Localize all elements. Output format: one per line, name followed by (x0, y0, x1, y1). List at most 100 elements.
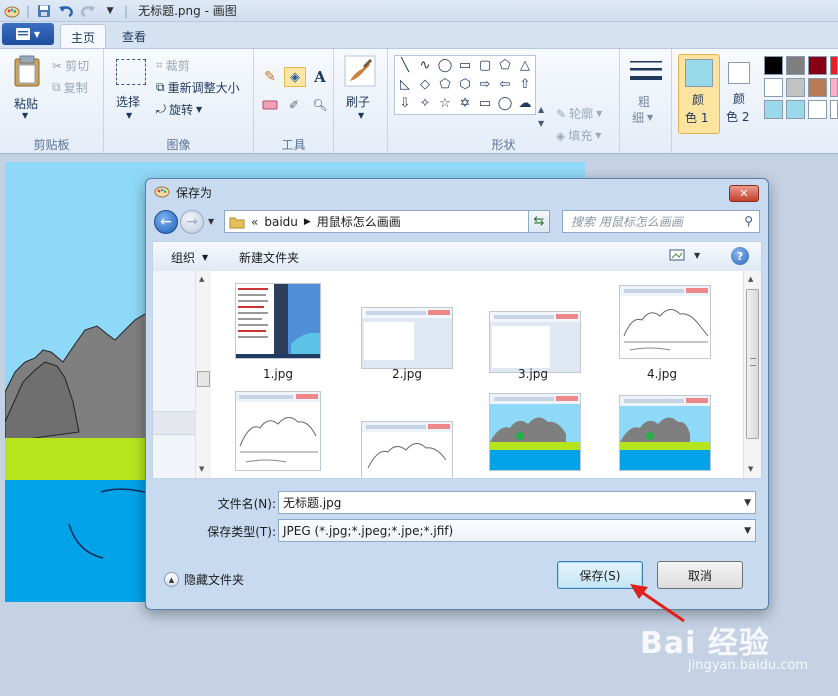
pentagon-shape-icon[interactable]: ⬠ (435, 75, 455, 94)
palette-swatch[interactable] (830, 78, 838, 97)
callout-oval-shape-icon[interactable]: ◯ (495, 94, 515, 113)
file-name-3[interactable]: 3.jpg (487, 367, 579, 381)
shapes-scroll-icon[interactable]: ▲ (538, 105, 544, 114)
left-arrow-shape-icon[interactable]: ⇦ (495, 75, 515, 94)
paste-dropdown-icon[interactable]: ▼ (22, 111, 28, 120)
forward-button[interactable]: → (180, 210, 204, 234)
undo-icon[interactable] (58, 3, 74, 19)
scroll-down-icon[interactable]: ▼ (199, 465, 204, 473)
palette-swatch[interactable] (830, 56, 838, 75)
paste-button[interactable]: 粘贴 (14, 95, 38, 112)
right-triangle-shape-icon[interactable]: ◺ (395, 75, 415, 94)
file-list-scrollbar[interactable]: ▲ ▼ (743, 271, 761, 478)
magnifier-icon[interactable]: 🔍︎ (310, 95, 330, 115)
thumbnail-7[interactable] (489, 393, 581, 471)
fill-bucket-icon[interactable]: ◈ (284, 67, 306, 87)
thumbnail-4[interactable] (619, 285, 711, 359)
palette-swatch[interactable] (786, 56, 805, 75)
callout-rect-shape-icon[interactable]: ▭ (475, 94, 495, 113)
navigation-pane-item[interactable] (153, 411, 195, 435)
fill-button[interactable]: ◈ 填充 ▼ (556, 127, 601, 144)
size-group[interactable]: 粗 细 ▼ (620, 49, 672, 155)
palette-swatch[interactable] (808, 78, 827, 97)
recent-locations-icon[interactable]: ▼ (208, 217, 214, 226)
scroll-up-icon[interactable]: ▲ (199, 275, 204, 283)
copy-button[interactable]: ⧉ 复制 (52, 79, 88, 96)
color1-button[interactable]: 颜 色 1 (678, 54, 720, 134)
scroll-up-icon[interactable]: ▲ (748, 275, 753, 283)
down-arrow-shape-icon[interactable]: ⇩ (395, 94, 415, 113)
breadcrumb-current[interactable]: 用鼠标怎么画画 (317, 213, 401, 230)
palette-swatch[interactable] (808, 56, 827, 75)
chevron-down-icon[interactable]: ▼ (744, 526, 751, 536)
shapes-gallery[interactable]: ╲ ∿ ◯ ▭ ▢ ⬠ △ ◺ ◇ ⬠ ⬡ ⇨ ⇦ ⇧ ⇩ ✧ ☆ ✡ ▭ ◯ ☁ (394, 55, 536, 115)
rotate-button[interactable]: ⤾ 旋转 ▼ (156, 101, 202, 118)
thumbnail-5[interactable] (235, 391, 321, 471)
new-folder-button[interactable]: 新建文件夹 (239, 249, 299, 266)
thumbnail-3[interactable] (489, 311, 581, 373)
six-star-shape-icon[interactable]: ✡ (455, 94, 475, 113)
scroll-down-icon[interactable]: ▼ (748, 465, 753, 473)
navigation-pane-scrollbar[interactable]: ▲ ▼ (195, 271, 211, 478)
change-view-button[interactable]: ▼ (669, 248, 700, 262)
palette-swatch[interactable] (808, 100, 827, 119)
thumbnail-1[interactable] (235, 283, 321, 359)
search-input[interactable]: 搜索 用鼠标怎么画画 ⚲ (562, 210, 760, 233)
hexagon-shape-icon[interactable]: ⬡ (455, 75, 475, 94)
polygon-shape-icon[interactable]: ⬠ (495, 56, 515, 75)
callout-cloud-shape-icon[interactable]: ☁ (515, 94, 535, 113)
scroll-thumb[interactable] (746, 289, 759, 439)
color-picker-icon[interactable]: ✐ (284, 95, 304, 115)
five-star-shape-icon[interactable]: ☆ (435, 94, 455, 113)
organize-button[interactable]: 组织 ▼ (171, 249, 208, 266)
palette-swatch[interactable] (786, 100, 805, 119)
chevron-down-icon[interactable]: ▼ (744, 498, 751, 508)
thumbnail-8[interactable] (619, 395, 711, 471)
refresh-button[interactable]: ⇆ (528, 210, 550, 233)
thumbnail-6[interactable] (361, 421, 453, 478)
thumbnail-2[interactable] (361, 307, 453, 369)
resize-button[interactable]: ⧉ 重新调整大小 (156, 79, 240, 96)
scroll-thumb[interactable] (197, 371, 210, 387)
line-shape-icon[interactable]: ╲ (395, 56, 415, 75)
address-bar[interactable]: « baidu ▶ 用鼠标怎么画画 ▼ (224, 210, 550, 233)
crop-button[interactable]: ⌗ 裁剪 (156, 57, 190, 74)
breadcrumb-root[interactable]: baidu (264, 215, 298, 229)
tab-home[interactable]: 主页 (60, 24, 107, 48)
eraser-icon[interactable] (260, 95, 280, 115)
oval-shape-icon[interactable]: ◯ (435, 56, 455, 75)
file-name-4[interactable]: 4.jpg (616, 367, 708, 381)
select-button[interactable]: 选择 (116, 93, 140, 110)
paint-app-icon[interactable] (4, 3, 20, 19)
text-tool-icon[interactable]: A (310, 67, 330, 87)
brushes-dropdown-icon[interactable]: ▼ (358, 111, 364, 120)
rectangle-shape-icon[interactable]: ▭ (455, 56, 475, 75)
help-icon[interactable]: ? (731, 247, 749, 265)
redo-icon[interactable] (80, 3, 96, 19)
diamond-shape-icon[interactable]: ◇ (415, 75, 435, 94)
curve-shape-icon[interactable]: ∿ (415, 56, 435, 75)
file-name-2[interactable]: 2.jpg (361, 367, 453, 381)
tab-view[interactable]: 查看 (112, 24, 156, 48)
customize-toolbar-icon[interactable]: ▼ (102, 3, 118, 19)
save-icon[interactable] (36, 3, 52, 19)
shapes-scroll-down-icon[interactable]: ▼ (538, 119, 544, 128)
select-dropdown-icon[interactable]: ▼ (126, 111, 132, 120)
pencil-icon[interactable]: ✎ (260, 67, 280, 87)
close-button[interactable]: ✕ (729, 185, 759, 202)
four-star-shape-icon[interactable]: ✧ (415, 94, 435, 113)
outline-button[interactable]: ✎ 轮廓 ▼ (556, 105, 602, 122)
file-name-1[interactable]: 1.jpg (232, 367, 324, 381)
rounded-rect-shape-icon[interactable]: ▢ (475, 56, 495, 75)
filename-input[interactable]: 无标题.jpg ▼ (278, 491, 756, 514)
cut-button[interactable]: ✂ 剪切 (52, 57, 89, 74)
brushes-button[interactable]: 刷子 (346, 93, 370, 110)
palette-swatch[interactable] (830, 100, 838, 119)
hide-folders-toggle[interactable]: ▲ 隐藏文件夹 (164, 571, 244, 588)
palette-swatch[interactable] (764, 78, 783, 97)
palette-swatch[interactable] (764, 56, 783, 75)
filetype-select[interactable]: JPEG (*.jpg;*.jpeg;*.jpe;*.jfif) ▼ (278, 519, 756, 542)
back-button[interactable]: ← (154, 210, 178, 234)
palette-swatch[interactable] (786, 78, 805, 97)
up-arrow-shape-icon[interactable]: ⇧ (515, 75, 535, 94)
